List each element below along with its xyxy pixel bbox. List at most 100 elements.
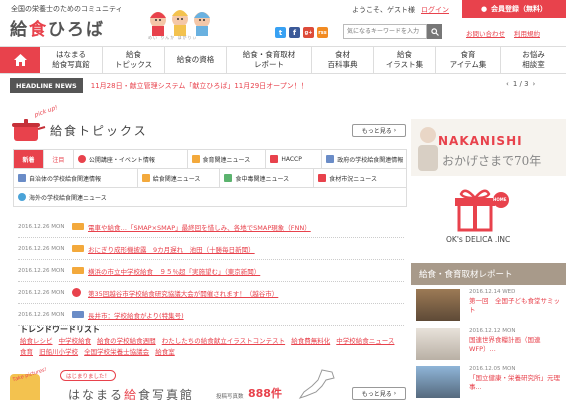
pager-count: 1 / 3 [512, 80, 529, 88]
search-button[interactable] [427, 24, 442, 39]
trend-word[interactable]: 中学校給食ニュース [336, 337, 394, 345]
ad1-brand: NAKANISHI [438, 134, 523, 148]
report-thumbnail [416, 366, 460, 398]
tray-icon [72, 223, 84, 230]
logo-accent: 食 [29, 20, 48, 40]
social-links: t f g+ rss [275, 27, 328, 38]
report-item[interactable]: 2016.12.05 MON 「国立健康・栄養研究所」元理事... [411, 364, 566, 400]
tab-food-education[interactable]: 食育関連ニュース [187, 150, 267, 169]
report-link[interactable]: 第一回 全国子ども食堂サミット [469, 297, 565, 314]
tab-new[interactable]: 新着 [14, 150, 44, 169]
trend-word[interactable]: 旧船川小学校 [39, 348, 78, 356]
prev-arrow-icon[interactable]: ‹ [506, 80, 509, 88]
welcome-text: ようこそ、ゲスト様 [352, 6, 415, 14]
news-date: 2016.12.26 MON [18, 267, 65, 274]
ad-person-illustration [418, 127, 438, 171]
news-date: 2016.12.26 MON [18, 311, 65, 318]
more-label: もっと見る [361, 391, 392, 398]
trend-word-list: 給食レシピ 中学校給食 給食の学校給食週間 わたしたちの給食献立イラストコンテス… [20, 336, 400, 358]
tab-overseas[interactable]: 海外の学校給食関連ニュース [14, 188, 407, 207]
pickup-label: pick up! [33, 104, 59, 119]
globe-icon [18, 193, 26, 201]
city-icon [18, 174, 26, 182]
tab-label: 政府の学校給食関連情報 [337, 156, 404, 164]
nav-item-items[interactable]: 食育 アイテム集 [436, 47, 501, 73]
contact-link[interactable]: お問い合わせ [466, 28, 505, 38]
login-link[interactable]: ログイン [421, 5, 449, 15]
pot-icon [12, 119, 46, 141]
terms-link[interactable]: 利用規約 [514, 28, 540, 38]
news-link[interactable]: 電車や給食…「SMAP×SMAP」最終回を惜しみ、各地でSMAP現象（FNN） [88, 222, 311, 232]
nav-item-photo[interactable]: はなまる 給食写真館 [40, 47, 103, 73]
tab-label: HACCP [281, 155, 302, 163]
news-link[interactable]: 長井市：学校給食がより(特集号) [88, 310, 184, 320]
tab-market[interactable]: 食材市況ニュース [314, 169, 408, 188]
nav-item-consult[interactable]: お悩み 相談室 [501, 47, 566, 73]
nav-item-report[interactable]: 給食・食育取材 レポート [227, 47, 312, 73]
nav-item-topics[interactable]: 給食 トピックス [103, 47, 165, 73]
tab-featured[interactable]: 注目 [43, 150, 74, 169]
news-list: 2016.12.26 MON 電車や給食…「SMAP×SMAP」最終回を惜しみ、… [18, 216, 404, 326]
nav-item-illustration[interactable]: 給食 イラスト集 [374, 47, 436, 73]
news-item: 2016.12.26 MON 第35回越谷市学校給食研究協議大会が開催されます！… [18, 282, 404, 304]
nav-item-license[interactable]: 給食の資格 [165, 47, 227, 73]
photo-banner-title[interactable]: はなまる給食写真館 [68, 386, 194, 400]
search-icon [430, 27, 439, 36]
trend-word[interactable]: 給食の学校給食週間 [97, 337, 156, 345]
headline-link[interactable]: 11月28日・献立管理システム「献立ひろば」11月29日オープン！！ [91, 81, 308, 91]
report-link[interactable]: 「国立健康・栄養研究所」元理事... [469, 374, 565, 391]
report-thumbnail [416, 328, 460, 360]
trend-title: トレンドワードリスト [20, 325, 100, 334]
nav-item-encyclopedia[interactable]: 食材 百科事典 [312, 47, 374, 73]
tab-label: 食育関連ニュース [202, 156, 251, 164]
topic-tabs: 新着 注目 公開講座・イベント情報 食育関連ニュース HACCP 政府の学校給食… [13, 149, 408, 207]
tagline: 全国の栄養士のためのコミュニティ [11, 5, 123, 13]
trend-word[interactable]: 給食費無料化 [291, 337, 330, 345]
nav-home[interactable] [0, 47, 40, 73]
trend-word[interactable]: 中学校給食 [59, 337, 92, 345]
search-input[interactable] [343, 24, 427, 39]
news-link[interactable]: 横浜の市立中学校給食 ９５％超「実施望む」（東京新聞） [88, 266, 260, 276]
trend-word[interactable]: 全国学校栄養士協議会 [84, 348, 149, 356]
tab-lunch-news[interactable]: 給食関連ニュース [137, 169, 221, 188]
news-date: 2016.12.26 MON [18, 289, 65, 296]
next-arrow-icon[interactable]: › [533, 80, 536, 88]
site-logo[interactable]: 給食ひろば [10, 15, 105, 40]
info-icon [72, 288, 81, 297]
tab-haccp[interactable]: HACCP [266, 150, 323, 169]
mascot-caption: めい りんか ほがりぃ [148, 35, 198, 40]
trend-word[interactable]: 給食レシピ [20, 337, 53, 345]
trend-word[interactable]: わたしたちの給食献立イラストコンテスト [162, 337, 285, 345]
japan-map-illustration [298, 369, 335, 399]
topics-more-button[interactable]: もっと見る › [352, 124, 406, 137]
tab-local-government[interactable]: 自治体の学校給食関連情報 [14, 169, 138, 188]
title-accent: 給 [124, 388, 139, 400]
home-badge: HOME [493, 197, 507, 202]
report-item[interactable]: 2016.12.14 WED 第一回 全国子ども食堂サミット [411, 287, 566, 323]
user-icon: ● [480, 5, 488, 13]
trend-word[interactable]: 給食室 [155, 348, 175, 356]
photo-count-label: 投稿写真数 [216, 394, 244, 400]
report-item[interactable]: 2016.12.12 MON 国連世界食糧計画（国連WFP）... [411, 326, 566, 362]
main-nav: はなまる 給食写真館 給食 トピックス 給食の資格 給食・食育取材 レポート 食… [0, 46, 566, 74]
info-icon [77, 155, 86, 163]
tab-food-poisoning[interactable]: 食中毒関連ニュース [220, 169, 315, 188]
headline-pager: ‹ 1 / 3 › [506, 80, 535, 88]
tab-events[interactable]: 公開講座・イベント情報 [73, 150, 188, 169]
ad2-brand: OK's DELICA .INC [446, 235, 511, 244]
facebook-icon[interactable]: f [289, 27, 300, 38]
logo-part: 給 [10, 20, 29, 40]
photo-more-button[interactable]: もっと見る › [352, 387, 406, 400]
rss-icon[interactable]: rss [317, 27, 328, 38]
report-link[interactable]: 国連世界食糧計画（国連WFP）... [469, 336, 565, 353]
city-icon [72, 311, 84, 318]
tab-government[interactable]: 政府の学校給食関連情報 [322, 150, 407, 169]
register-button[interactable]: ● 会員登録（無料） [462, 0, 566, 18]
new-badge: はじまりました！ [60, 370, 117, 381]
news-link[interactable]: 第35回越谷市学校給食研究協議大会が開催されます！（越谷市） [88, 288, 278, 298]
googleplus-icon[interactable]: g+ [303, 27, 314, 38]
twitter-icon[interactable]: t [275, 27, 286, 38]
report-section-title: 給食・食育取材レポート [411, 263, 566, 285]
news-link[interactable]: おにぎり成形機披露 9カ月遅れ 池田（十勝毎日新聞） [88, 244, 255, 254]
trend-word[interactable]: 食育 [20, 348, 33, 356]
